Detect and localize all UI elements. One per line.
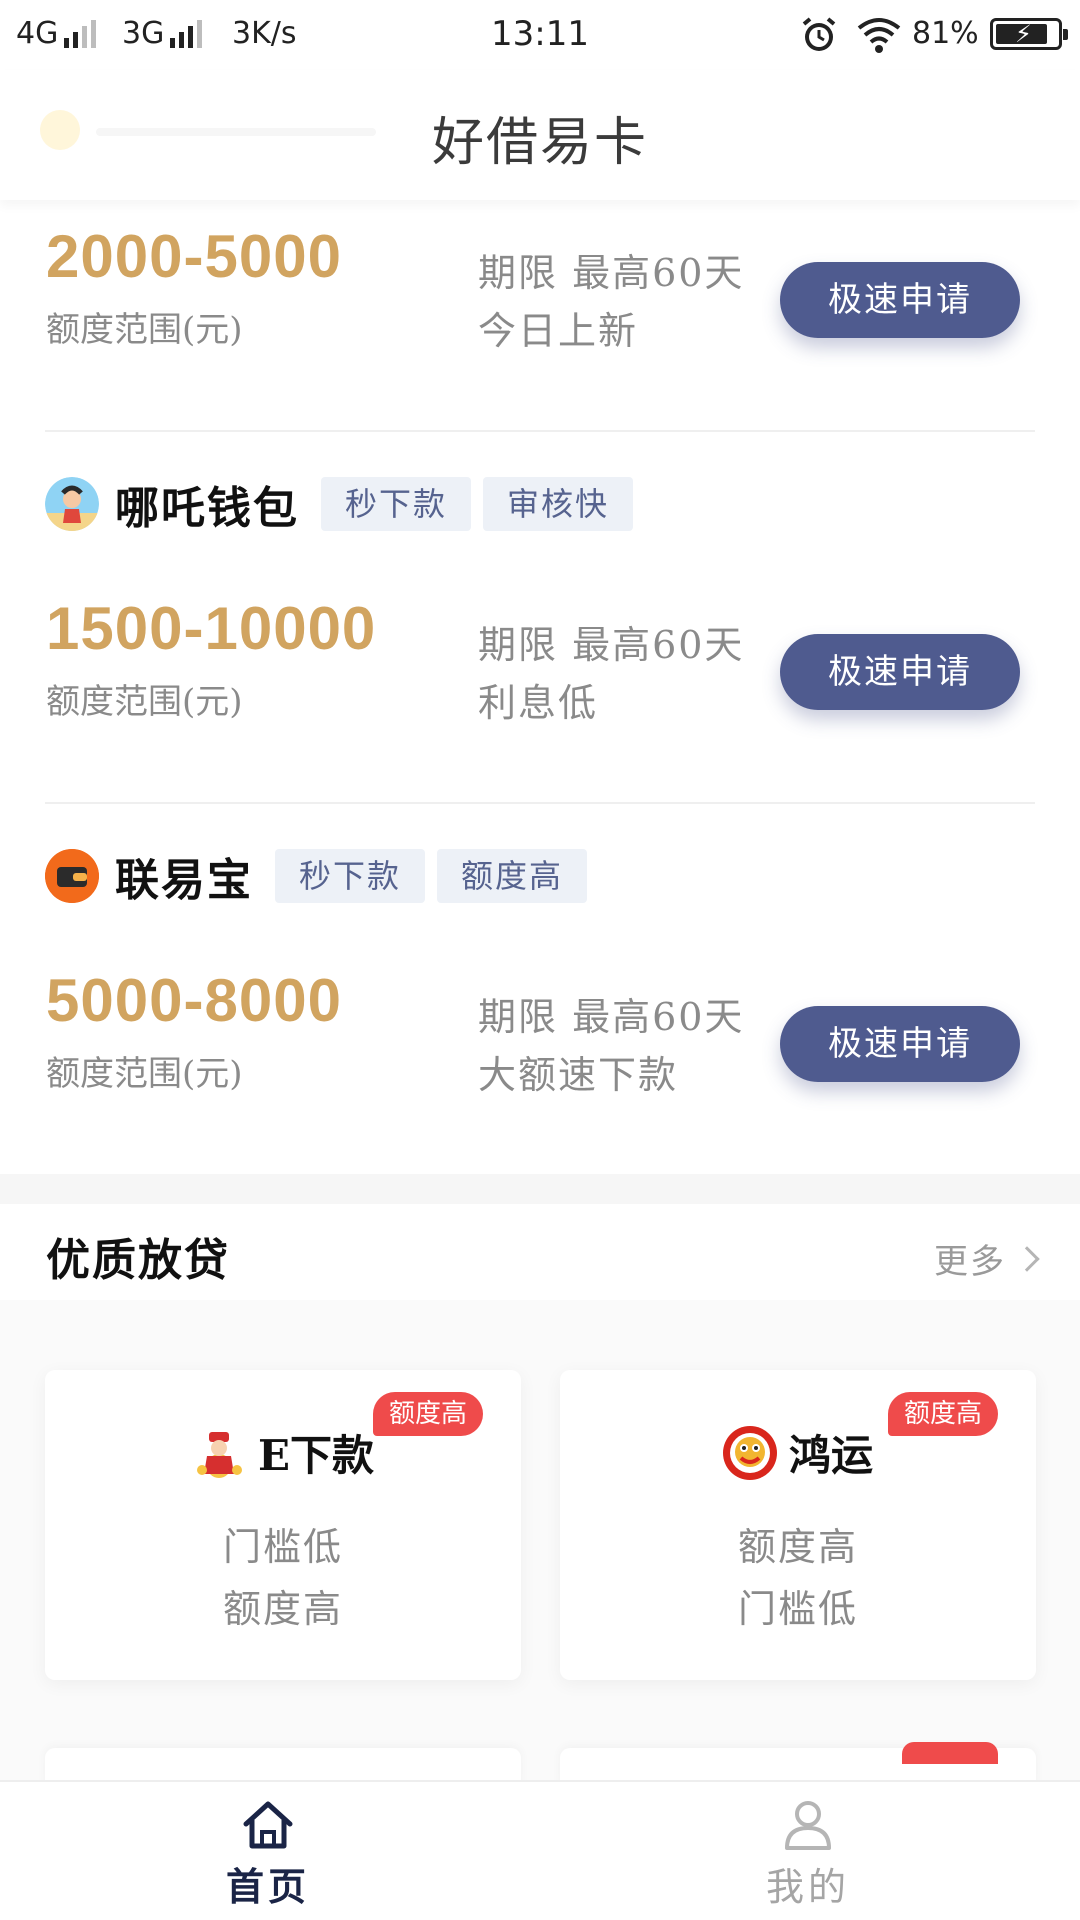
loan-amount-label: 额度范围(元) xyxy=(46,682,243,722)
more-link[interactable]: 更多 xyxy=(934,1234,1040,1283)
section-header: 优质放贷 更多 xyxy=(0,1204,1080,1302)
loan-tag: 审核快 xyxy=(483,477,634,531)
app-header: 好借易卡 xyxy=(0,70,1080,200)
loan-note: 大额速下款 xyxy=(478,1053,679,1097)
lender-card[interactable]: 额度高 鸿运 额度高 门槛低 xyxy=(560,1370,1036,1680)
page-title: 好借易卡 xyxy=(431,113,648,173)
loan-term: 期限 最高60天 xyxy=(478,251,745,295)
loan-header: 哪吒钱包 秒下款 审核快 xyxy=(45,474,634,534)
loan-tag: 额度高 xyxy=(437,849,588,903)
section-title: 优质放贷 xyxy=(46,1235,230,1286)
card-badge xyxy=(902,1742,998,1764)
more-label: 更多 xyxy=(934,1242,1006,1282)
apply-button[interactable]: 极速申请 xyxy=(780,1006,1020,1082)
wifi-icon xyxy=(857,18,901,53)
loan-amount: 1500-10000 xyxy=(46,595,377,662)
divider xyxy=(45,802,1035,804)
home-icon xyxy=(243,1801,293,1849)
lender-grid: 额度高 E下款 门槛低 额度高 额度高 鸿运 额度高 门槛低 xyxy=(0,1300,1080,1788)
card-name: E下款 xyxy=(257,1431,374,1480)
chevron-right-icon xyxy=(1014,1245,1040,1272)
loan-note: 今日上新 xyxy=(478,309,639,353)
card-header: 鸿运 xyxy=(560,1422,1036,1483)
apply-button[interactable]: 极速申请 xyxy=(780,634,1020,710)
lender-card[interactable]: 额度高 E下款 门槛低 额度高 xyxy=(45,1370,521,1680)
tab-home[interactable]: 首页 xyxy=(168,1796,368,1911)
loan-note: 利息低 xyxy=(478,681,599,725)
loan-tag: 秒下款 xyxy=(321,477,472,531)
card-name: 鸿运 xyxy=(788,1431,873,1480)
tab-mine-label: 我的 xyxy=(765,1865,850,1909)
loan-tag: 秒下款 xyxy=(275,849,426,903)
screen: 4G 3G 3K/s 13:11 81% ⚡ 好借易卡 2000-5000 额度… xyxy=(0,0,1080,1920)
loan-product-name: 联易宝 xyxy=(115,855,253,906)
loan-amount: 2000-5000 xyxy=(46,223,342,290)
nezha-avatar-icon xyxy=(45,477,99,531)
card-feature: 额度高 xyxy=(737,1525,858,1569)
alarm-icon xyxy=(802,17,836,51)
card-feature: 门槛低 xyxy=(737,1587,858,1631)
loan-header: 联易宝 秒下款 额度高 xyxy=(45,846,588,906)
battery-percent: 81% xyxy=(912,16,979,51)
apply-button[interactable]: 极速申请 xyxy=(780,262,1020,338)
card-header: E下款 xyxy=(45,1422,521,1483)
fortune-god-icon xyxy=(192,1426,246,1480)
loan-amount-label: 额度范围(元) xyxy=(46,310,243,350)
section-separator xyxy=(0,1174,1080,1204)
card-feature: 门槛低 xyxy=(222,1525,343,1569)
battery-icon: ⚡ xyxy=(990,18,1068,50)
tab-mine[interactable]: 我的 xyxy=(708,1796,908,1911)
card-feature: 额度高 xyxy=(222,1587,343,1631)
divider xyxy=(45,430,1035,432)
loan-term: 期限 最高60天 xyxy=(478,995,745,1039)
tab-home-label: 首页 xyxy=(225,1864,310,1909)
loan-product-name: 哪吒钱包 xyxy=(115,483,299,534)
wallet-icon xyxy=(45,849,99,903)
lion-dance-icon xyxy=(722,1425,777,1480)
status-bar: 4G 3G 3K/s 13:11 81% ⚡ xyxy=(0,0,1080,70)
loan-amount: 5000-8000 xyxy=(46,967,342,1034)
bottom-tab-bar: 首页 我的 xyxy=(0,1780,1080,1920)
loan-term: 期限 最高60天 xyxy=(478,623,745,667)
user-icon xyxy=(785,1801,831,1850)
loan-amount-label: 额度范围(元) xyxy=(46,1054,243,1094)
